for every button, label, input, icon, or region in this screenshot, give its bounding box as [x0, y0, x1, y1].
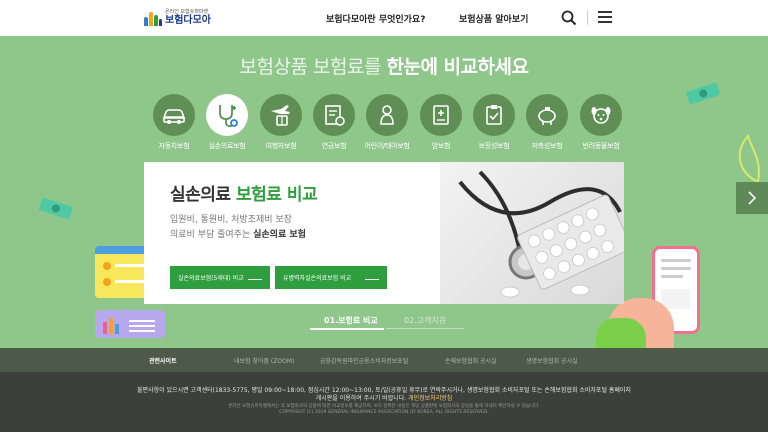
- arrow-right-icon: [365, 275, 379, 280]
- card-description: 입원비, 통원비, 처방조제비 보장: [170, 215, 292, 225]
- car-icon: [162, 109, 186, 124]
- arrow-right-icon: [248, 275, 262, 280]
- stethoscope-icon: [219, 105, 238, 127]
- money-bill-icon: [38, 197, 73, 220]
- category-item-pension[interactable]: 연금보험: [306, 94, 362, 151]
- footer-contact-text-2: 게시판을 이용하여 주시기 바랍니다. 개인정보처리방침: [315, 395, 453, 402]
- related-site-link[interactable]: 금융감독원파인금융소비자정보포털: [320, 356, 408, 365]
- category-label: 반려동물보험: [582, 142, 620, 150]
- leaf-decoration-icon: [738, 133, 760, 184]
- chevron-right-icon: [748, 191, 757, 205]
- category-label: 실손의료보험: [208, 142, 246, 150]
- logo-title: 보험다모아: [165, 15, 211, 26]
- logo-mark-icon: [144, 10, 162, 26]
- site-logo[interactable]: 온라인 보험슈퍼마켓 보험다모아: [144, 7, 211, 29]
- compare-preexisting-health-button[interactable]: 유병력자실손의료보험 비교: [275, 266, 387, 289]
- search-icon[interactable]: [561, 10, 577, 26]
- footer-copyright: COPYRIGHT (C) 2019 GENERAL INSURANCE ASS…: [279, 410, 489, 415]
- category-item-health[interactable]: 실손의료보험: [199, 94, 255, 151]
- money-bill-icon: [686, 82, 721, 104]
- tab-active-indicator: [310, 328, 384, 330]
- hero-title: 보험상품 보험료를 한눈에 비교하세요: [239, 56, 529, 78]
- hero-section: 보험상품 보험료를 한눈에 비교하세요 자동차보험 실손의료보험 여행자보험 연…: [0, 36, 768, 348]
- product-card: 실손의료 보험료 비교 입원비, 통원비, 처방조제비 보장 의료비 부담 줄여…: [144, 162, 624, 304]
- header-divider: [587, 10, 588, 25]
- related-site-link[interactable]: 내보험 찾아줌 (ZOOM): [234, 356, 294, 365]
- category-item-travel[interactable]: 여행자보험: [253, 94, 309, 151]
- category-item-cancer[interactable]: 암보험: [413, 94, 469, 151]
- category-item-car[interactable]: 자동차보험: [146, 94, 202, 151]
- pension-document-icon: [325, 105, 345, 126]
- category-item-pet[interactable]: 반려동물보험: [573, 94, 629, 151]
- related-site-link[interactable]: 생명보험협회 공시실: [526, 356, 578, 365]
- airplane-luggage-icon: [271, 105, 290, 126]
- category-item-child[interactable]: 어린이/태아보험: [359, 94, 415, 151]
- category-label: 어린이/태아보험: [364, 142, 410, 150]
- category-item-savings[interactable]: 저축성보험: [519, 94, 575, 151]
- site-header: 온라인 보험슈퍼마켓 보험다모아 보험다모아란 무엇인가요? 보험상품 알아보기: [0, 0, 768, 36]
- compare-health-5th-button[interactable]: 실손의료보험(5세대) 비교: [170, 266, 270, 289]
- pet-dog-icon: [591, 107, 611, 124]
- category-label: 암보험: [431, 142, 451, 150]
- category-label: 연금보험: [321, 142, 347, 150]
- sleeve-illustration: [596, 318, 646, 348]
- medical-chart-icon: [433, 105, 449, 125]
- category-label: 보장성보험: [478, 142, 510, 150]
- card-title: 실손의료 보험료 비교: [170, 185, 318, 205]
- piggy-bank-icon: [538, 107, 556, 125]
- footer-disclaimer: 온라인 보험슈퍼마켓에서는 각 보험회사의 상품에 대한 비교정보를 제공하며,…: [228, 404, 540, 409]
- site-footer: 불편사항이 있으시면 고객센터(1833-5775, 평일 09:00~18:0…: [0, 372, 768, 432]
- nav-about[interactable]: 보험다모아란 무엇인가요?: [326, 12, 425, 25]
- category-label: 여행자보험: [265, 142, 297, 150]
- tab-inactive-indicator: [386, 328, 464, 329]
- category-label: 자동차보험: [158, 142, 190, 150]
- hero-tabs: 01.보험료 비교 02.고객지원: [310, 312, 464, 332]
- category-label: 저축성보험: [531, 142, 563, 150]
- related-site-link[interactable]: 손해보험협회 공시실: [445, 356, 497, 365]
- pills-stethoscope-image: [440, 162, 624, 304]
- category-menu: 자동차보험 실손의료보험 여행자보험 연금보험 어린이/태아보험 암보험 보장성…: [146, 94, 626, 154]
- hamburger-menu-icon[interactable]: [598, 11, 612, 24]
- pills-stethoscope-illustration: [458, 170, 624, 298]
- card-description-2: 의료비 부담 줄여주는 실손의료 보험: [170, 230, 306, 240]
- bar-chart-card-illustration: [95, 310, 165, 338]
- tab-price-compare[interactable]: 01.보험료 비교: [324, 315, 378, 326]
- privacy-policy-link[interactable]: 개인정보처리방침: [408, 395, 452, 402]
- category-item-protection[interactable]: 보장성보험: [466, 94, 522, 151]
- related-sites-bar: 관련사이트 내보험 찾아줌 (ZOOM) 금융감독원파인금융소비자정보포털 손해…: [0, 348, 768, 372]
- slider-next-button[interactable]: [736, 182, 768, 214]
- clipboard-check-icon: [486, 105, 502, 125]
- tab-customer-support[interactable]: 02.고객지원: [404, 315, 446, 326]
- baby-icon: [380, 105, 394, 125]
- nav-products[interactable]: 보험상품 알아보기: [459, 12, 528, 25]
- related-sites-label: 관련사이트: [149, 358, 177, 365]
